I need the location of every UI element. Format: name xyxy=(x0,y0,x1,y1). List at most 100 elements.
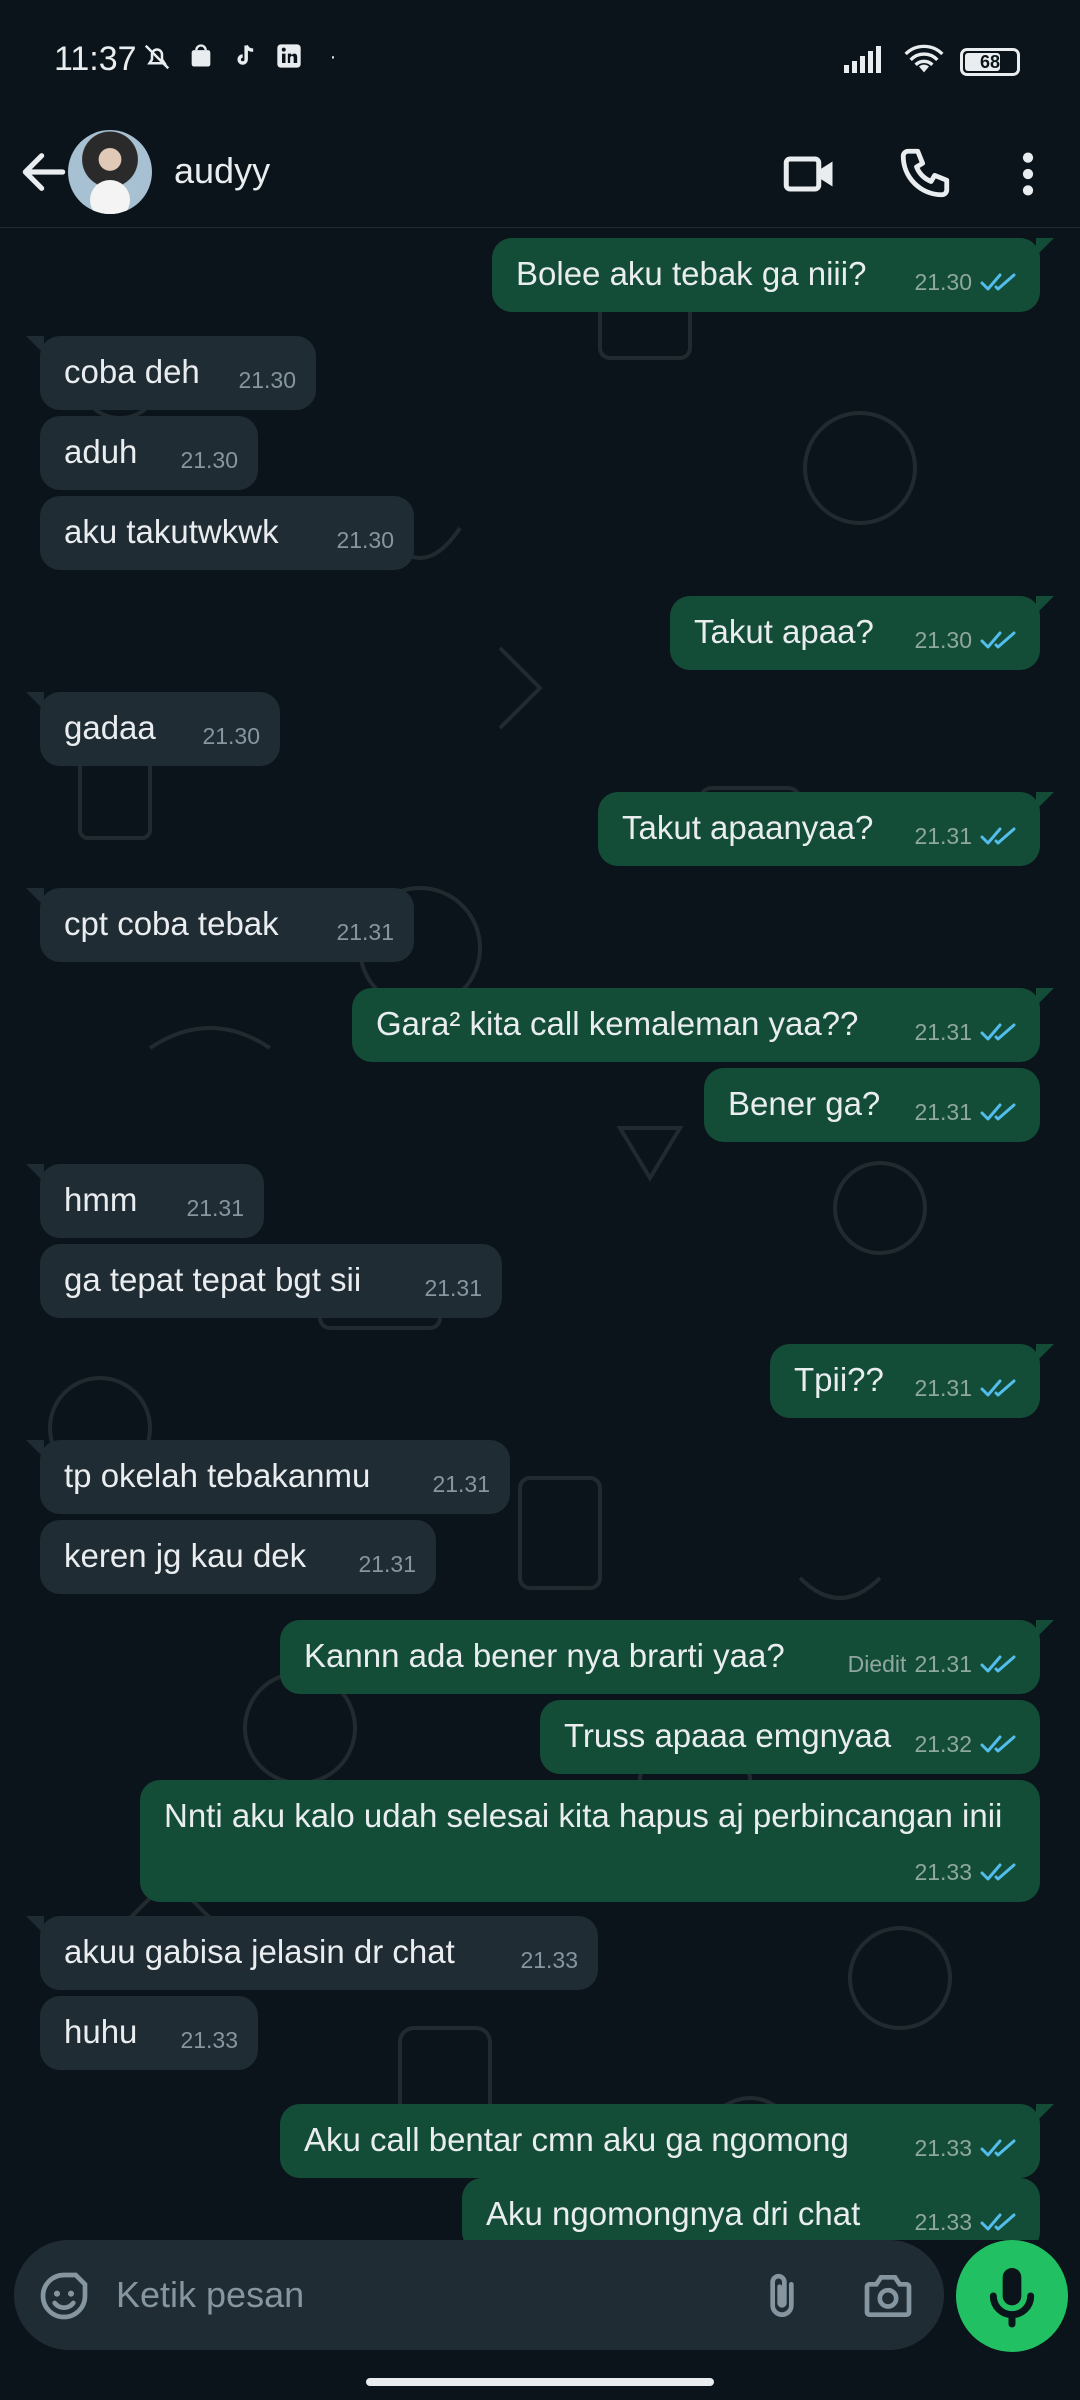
bubble-tail xyxy=(26,692,44,710)
read-receipt-icon xyxy=(980,1103,1016,1121)
message-input[interactable]: Ketik pesan xyxy=(14,2240,944,2350)
sent-message-bubble[interactable]: Kannn ada bener nya brarti yaa? Diedit 21.… xyxy=(280,1620,1054,1694)
message-meta: 21.31 xyxy=(914,1092,1020,1132)
message-text: Takut apaanyaa? xyxy=(622,809,874,846)
message-text: Nnti aku kalo udah selesai kita hapus aj… xyxy=(164,1797,1003,1834)
message-meta: 21.33 xyxy=(914,2128,1020,2168)
message-text: hmm xyxy=(64,1181,138,1218)
message-text: huhu xyxy=(64,2013,138,2050)
received-message-bubble[interactable]: tp okelah tebakanmu 21.31 xyxy=(26,1440,510,1514)
message-meta: 21.32 xyxy=(914,1724,1020,1764)
status-time: 11:37 xyxy=(54,40,137,78)
received-message-bubble[interactable]: keren jg kau dek 21.31 xyxy=(40,1520,436,1594)
bubble-tail xyxy=(26,1440,44,1458)
video-call-icon xyxy=(783,156,833,192)
contact-name[interactable]: audyy xyxy=(174,150,270,192)
message-time: 21.31 xyxy=(336,919,394,945)
message-time: 21.33 xyxy=(180,2027,238,2053)
message-time: 21.30 xyxy=(202,723,260,749)
message-meta: 21.31 xyxy=(914,1368,1020,1408)
read-receipt-icon xyxy=(980,1023,1016,1041)
avatar[interactable] xyxy=(68,130,152,214)
bubble-tail xyxy=(1036,2104,1054,2122)
sent-message-bubble[interactable]: Bolee aku tebak ga niii? 21.30 xyxy=(492,238,1054,312)
message-text: Aku call bentar cmn aku ga ngomong xyxy=(304,2121,849,2158)
message-time: 21.31 xyxy=(358,1551,416,1577)
gesture-nav-handle[interactable] xyxy=(366,2378,714,2386)
sent-message-bubble[interactable]: Bener ga? 21.31 xyxy=(704,1068,1040,1142)
message-meta: 21.31 xyxy=(336,912,394,952)
message-input-placeholder: Ketik pesan xyxy=(116,2274,305,2315)
read-receipt xyxy=(980,1861,1020,1883)
shopping-bag-icon xyxy=(186,42,216,72)
read-receipt xyxy=(980,1101,1020,1123)
received-message-bubble[interactable]: akuu gabisa jelasin dr chat 21.33 xyxy=(26,1916,598,1990)
message-time: 21.31 xyxy=(914,1099,972,1125)
bubble-tail xyxy=(1036,1344,1054,1362)
message-text: Kannn ada bener nya brarti yaa? xyxy=(304,1637,785,1674)
message-time: 21.33 xyxy=(520,1947,578,1973)
received-message-bubble[interactable]: coba deh 21.30 xyxy=(26,336,316,410)
wifi-icon xyxy=(904,44,944,79)
received-message-bubble[interactable]: gadaa 21.30 xyxy=(26,692,280,766)
back-button[interactable] xyxy=(16,144,72,200)
message-time: 21.30 xyxy=(914,627,972,653)
received-message-bubble[interactable]: cpt coba tebak 21.31 xyxy=(26,888,414,962)
read-receipt-icon xyxy=(980,1655,1016,1673)
sent-message-bubble[interactable]: Takut apaanyaa? 21.31 xyxy=(598,792,1054,866)
received-message-bubble[interactable]: hmm 21.31 xyxy=(26,1164,264,1238)
received-message-bubble[interactable]: aduh 21.30 xyxy=(40,416,258,490)
sent-message-bubble[interactable]: Takut apaa? 21.30 xyxy=(670,596,1054,670)
video-call-button[interactable] xyxy=(780,144,840,204)
sent-message-bubble[interactable]: Aku ngomongnya dri chat 21.33 xyxy=(462,2178,1040,2240)
received-message-bubble[interactable]: huhu 21.33 xyxy=(40,1996,258,2070)
back-arrow-icon xyxy=(22,153,66,191)
read-receipt-icon xyxy=(980,273,1016,291)
bubble-tail xyxy=(26,1164,44,1182)
message-meta: 21.33 xyxy=(520,1940,578,1980)
message-meta: 21.30 xyxy=(914,262,1020,302)
message-time: 21.31 xyxy=(424,1275,482,1301)
message-meta: 21.31 xyxy=(424,1268,482,1308)
bubble-tail xyxy=(26,336,44,354)
read-receipt-icon xyxy=(980,827,1016,845)
more-options-icon xyxy=(1022,152,1034,196)
message-text: Truss apaaa emgnyaa xyxy=(564,1717,892,1754)
sent-message-bubble[interactable]: Nnti aku kalo udah selesai kita hapus aj… xyxy=(140,1780,1040,1902)
read-receipt xyxy=(980,629,1020,651)
message-text: Bolee aku tebak ga niii? xyxy=(516,255,867,292)
message-text: cpt coba tebak xyxy=(64,905,279,942)
sent-message-bubble[interactable]: Gara² kita call kemaleman yaa?? 21.31 xyxy=(352,988,1054,1062)
message-time: 21.33 xyxy=(914,1859,972,1885)
attach-icon xyxy=(770,2273,794,2317)
bubble-tail xyxy=(1036,1620,1054,1638)
message-text: coba deh xyxy=(64,353,200,390)
message-text: aku takutwkwk xyxy=(64,513,279,550)
voice-call-button[interactable] xyxy=(896,144,956,204)
read-receipt-icon xyxy=(980,1735,1016,1753)
message-meta: 21.30 xyxy=(202,716,260,756)
message-time: 21.33 xyxy=(914,2135,972,2161)
sent-message-bubble[interactable]: Aku call bentar cmn aku ga ngomong 21.33 xyxy=(280,2104,1054,2178)
bubble-tail xyxy=(1036,238,1054,256)
chat-area[interactable]: Bolee aku tebak ga niii? 21.30 coba deh 21.… xyxy=(0,228,1080,2240)
status-right: 68 xyxy=(844,44,1020,79)
input-bar: Ketik pesan xyxy=(0,2240,1080,2360)
message-time: 21.31 xyxy=(914,1019,972,1045)
voice-call-icon xyxy=(900,148,950,198)
voice-message-button[interactable] xyxy=(956,2240,1068,2352)
message-meta: 21.31 xyxy=(914,1012,1020,1052)
sent-message-bubble[interactable]: Truss apaaa emgnyaa 21.32 xyxy=(540,1700,1040,1774)
received-message-bubble[interactable]: aku takutwkwk 21.30 xyxy=(40,496,414,570)
message-meta: 21.30 xyxy=(336,520,394,560)
more-options-button[interactable] xyxy=(1000,144,1056,204)
read-receipt-icon xyxy=(980,1863,1016,1881)
attach-button[interactable] xyxy=(754,2266,810,2326)
bubble-tail xyxy=(1036,596,1054,614)
emoji-button[interactable] xyxy=(36,2268,92,2324)
camera-button[interactable] xyxy=(860,2268,916,2324)
read-receipt xyxy=(980,1653,1020,1675)
message-text: tp okelah tebakanmu xyxy=(64,1457,371,1494)
sent-message-bubble[interactable]: Tpii?? 21.31 xyxy=(770,1344,1054,1418)
received-message-bubble[interactable]: ga tepat tepat bgt sii 21.31 xyxy=(40,1244,502,1318)
